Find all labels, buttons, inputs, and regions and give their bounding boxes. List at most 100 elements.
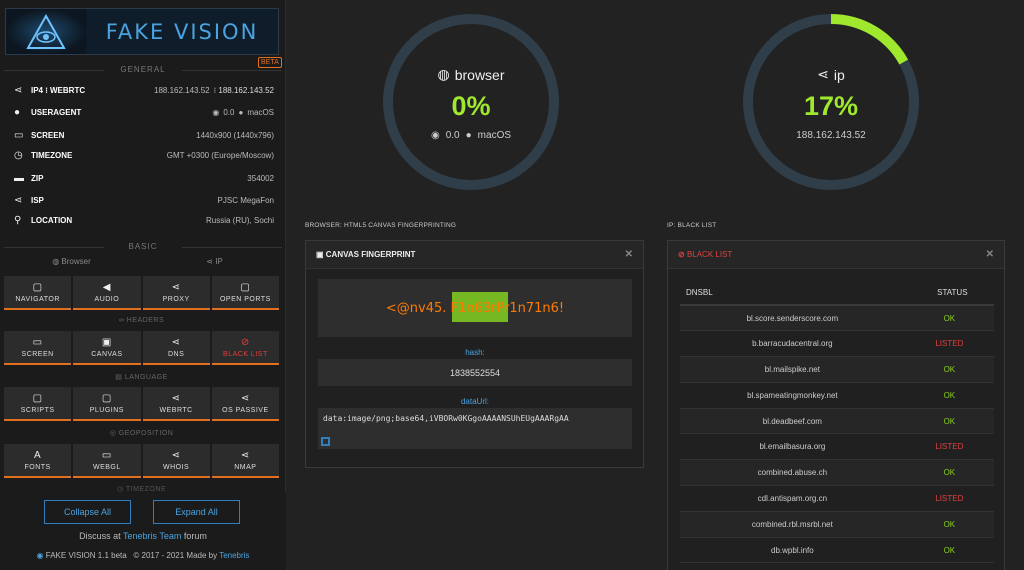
table-header-row: DNSBL STATUS [680, 281, 994, 306]
location-icon: ◎ [109, 430, 119, 437]
screen-button[interactable]: ▭ SCREEN [4, 331, 72, 365]
info-value: GMT +0300 (Europe/Moscow) [166, 150, 274, 160]
tab-browser[interactable]: ◍ Browser [0, 257, 143, 266]
info-value: 1440x900 (1440x796) [196, 130, 274, 140]
share-icon: ⋖ [171, 392, 181, 404]
status-cell: OK [904, 356, 994, 383]
table-row: bl.deadbeef.com OK [680, 408, 994, 435]
scroll-checkbox[interactable] [321, 437, 330, 446]
tenebris-team-link[interactable]: Tenebris Team [123, 531, 181, 541]
share-icon: ⋖ [171, 449, 181, 461]
cell-label: NAVIGATOR [15, 295, 60, 303]
chrome-icon: ◉ [430, 130, 440, 141]
nmap-button[interactable]: ⋖ NMAP [211, 444, 279, 478]
ip-gauge-title: ip [833, 66, 845, 83]
info-value: 188.162.143.52 [154, 85, 210, 95]
canvas-text: <@nv45. F1n63rPr1n71n6! [385, 300, 565, 316]
proxy-button[interactable]: ⋖ PROXY [142, 276, 210, 310]
logo: FAKE VISION [5, 8, 279, 55]
dnsbl-cell: bl.deadbeef.com [680, 408, 905, 435]
navigator-button[interactable]: ▢ NAVIGATOR [4, 276, 72, 310]
info-value: 354002 [247, 173, 274, 183]
cell-label: CANVAS [91, 350, 123, 358]
tab-ip[interactable]: ⋖ IP [143, 257, 286, 266]
audio-button[interactable]: ◀ AUDIO [73, 276, 141, 310]
table-row: cdl.antispam.org.cn LISTED [680, 485, 994, 512]
separator-label: LANGUAGE [124, 374, 168, 381]
whois-button[interactable]: ⋖ WHOIS [142, 444, 210, 478]
share-icon: ⋖ [171, 281, 181, 293]
cell-label: OS PASSIVE [222, 406, 269, 414]
apple-icon: ● [238, 107, 244, 117]
info-label: TIMEZONE [31, 150, 73, 160]
cell-label: PROXY [162, 295, 190, 303]
discuss-suffix: forum [183, 531, 207, 541]
info-row-ip: ⋖ IP4 ⁝ WEBRTC 188.162.143.52 ⁝ 188.162.1… [14, 82, 274, 98]
fonts-button[interactable]: A FONTS [4, 444, 72, 478]
canvas-fingerprint-image: <@nv45. F1n63rPr1n71n6! [385, 291, 565, 322]
table-row: bl.score.senderscore.com OK [680, 305, 994, 332]
close-icon[interactable]: ✕ [986, 249, 994, 260]
tab-browser-label: Browser [61, 257, 91, 266]
black-list-button[interactable]: ⊘ BLACK LIST [211, 331, 279, 365]
canvas-section-label: BROWSER: HTML5 CANVAS FINGERPRINTING [305, 222, 457, 229]
plugins-button[interactable]: ▢ PLUGINS [73, 387, 141, 421]
blacklist-table: DNSBL STATUS bl.score.senderscore.com OK … [680, 281, 994, 564]
expand-all-button[interactable]: Expand All [153, 500, 240, 524]
blacklist-panel-title: BLACK LIST [686, 250, 733, 259]
document-icon: ▢ [32, 392, 43, 404]
separator-label: GEOPOSITION [118, 430, 174, 437]
language-separator[interactable]: ▤ LANGUAGE [4, 373, 279, 381]
os-passive-button[interactable]: ⋖ OS PASSIVE [211, 387, 279, 421]
table-row: bl.emailbasura.org LISTED [680, 433, 994, 461]
status-cell: OK [904, 511, 994, 538]
webrtc-button[interactable]: ⋖ WEBRTC [142, 387, 210, 421]
share-icon: ⋖ [206, 257, 216, 266]
speaker-icon: ◀ [102, 281, 111, 293]
info-label: IP4 ⁝ WEBRTC [31, 85, 86, 95]
browser-os: macOS [477, 130, 512, 141]
footer: ◉ FAKE VISION 1.1 beta © 2017 - 2021 Mad… [0, 551, 286, 560]
collapse-all-button[interactable]: Collapse All [44, 500, 131, 524]
table-row: combined.abuse.ch OK [680, 459, 994, 487]
info-label: ISP [31, 195, 44, 205]
dnsbl-cell: cdl.antispam.org.cn [680, 485, 905, 512]
cell-label: PLUGINS [89, 406, 124, 414]
table-row: bl.mailspike.net OK [680, 356, 994, 383]
open-ports-button[interactable]: ▢ OPEN PORTS [211, 276, 279, 310]
blacklist-section-label: IP: BLACK LIST [667, 222, 717, 229]
ip-gauge-percent: 17% [803, 91, 859, 121]
status-cell: OK [904, 382, 994, 409]
share-icon: ⋖ [14, 194, 23, 206]
webgl-button[interactable]: ▭ WEBGL [73, 444, 141, 478]
canvas-button[interactable]: ▣ CANVAS [73, 331, 141, 365]
tenebris-link[interactable]: Tenebris [219, 551, 249, 560]
scripts-button[interactable]: ▢ SCRIPTS [4, 387, 72, 421]
dataurl-field[interactable]: data:image/png;base64,iVBORw0KGgoAAAANSU… [318, 408, 632, 449]
share-icon: ⋖ [171, 336, 181, 348]
close-icon[interactable]: ✕ [625, 249, 633, 260]
cell-label: WEBRTC [159, 406, 193, 414]
blacklist-panel: ⊘ BLACK LIST ✕ DNSBL STATUS bl.score.sen… [667, 240, 1005, 570]
dns-button[interactable]: ⋖ DNS [142, 331, 210, 365]
table-row: combined.rbl.msrbl.net OK [680, 511, 994, 538]
status-cell: OK [904, 459, 994, 487]
share-icon: ⋖ [240, 449, 250, 461]
hash-value: 1838552554 [318, 359, 632, 386]
image-icon: ▣ [101, 336, 112, 348]
info-row-timezone: ◷ TIMEZONE GMT +0300 (Europe/Moscow) [14, 147, 274, 163]
map-marker-icon: ⚲ [14, 214, 22, 226]
headers-separator[interactable]: ∞ HEADERS [4, 317, 279, 324]
dnsbl-cell: bl.score.senderscore.com [680, 305, 905, 332]
eye-icon: ◉ [36, 551, 44, 560]
info-label: LOCATION [31, 215, 73, 225]
cell-label: WHOIS [163, 463, 190, 471]
geoposition-separator[interactable]: ◎ GEOPOSITION [4, 429, 279, 437]
document-icon: ▢ [32, 281, 43, 293]
app-title: FAKE VISION [86, 9, 278, 54]
info-value: PJSC MegaFon [217, 195, 274, 205]
discuss-prefix: Discuss at [79, 531, 121, 541]
dnsbl-cell: bl.spameatingmonkey.net [680, 382, 905, 409]
share-icon: ⋖ [817, 66, 829, 82]
dataurl-label: dataUrl: [460, 397, 489, 406]
